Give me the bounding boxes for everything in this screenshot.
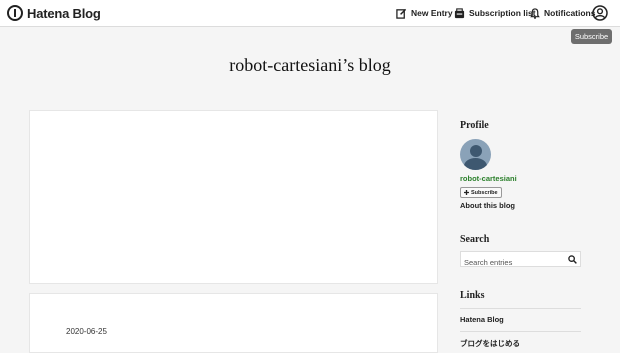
user-icon <box>592 5 608 21</box>
subscribe-button[interactable]: Subscribe <box>571 29 612 44</box>
logo-text: Hatena Blog <box>27 5 101 21</box>
entry-date[interactable]: 2020-06-25 <box>66 327 107 336</box>
search-input[interactable] <box>461 255 564 270</box>
search-heading: Search <box>460 234 490 245</box>
blog-title[interactable]: robot-cartesiani’s blog <box>0 55 620 76</box>
entry-card: 2020-06-25 <box>29 293 438 353</box>
link-hatena-blog[interactable]: Hatena Blog <box>460 308 581 324</box>
links-heading: Links <box>460 290 485 301</box>
avatar-head-shape <box>470 145 482 157</box>
search-box <box>460 251 581 270</box>
hatena-blog-logo[interactable]: Hatena Blog <box>7 4 101 22</box>
about-blog-link[interactable]: About this blog <box>460 201 515 210</box>
hatena-logo-icon <box>7 5 23 21</box>
subscription-list-label: Subscription list <box>469 8 536 18</box>
profile-heading: Profile <box>460 120 489 131</box>
top-navigation-bar: Hatena Blog New Entry Subscription list … <box>0 0 620 27</box>
entry-card <box>29 110 438 284</box>
edit-icon <box>396 8 407 19</box>
avatar-body-shape <box>464 158 487 170</box>
profile-subscribe-label: Subscribe <box>471 189 498 196</box>
profile-name-link[interactable]: robot-cartesiani <box>460 174 517 183</box>
plus-icon <box>464 190 469 195</box>
subscription-icon <box>454 7 465 18</box>
notifications-label: Notifications <box>544 8 596 18</box>
search-icon[interactable] <box>568 255 577 264</box>
avatar[interactable] <box>460 139 491 170</box>
new-entry-label: New Entry <box>411 8 453 18</box>
subscription-list-button[interactable]: Subscription list <box>454 6 536 20</box>
notifications-button[interactable]: Notifications <box>530 6 595 20</box>
link-start-blog[interactable]: ブログをはじめる <box>460 331 581 349</box>
new-entry-button[interactable]: New Entry <box>396 6 453 20</box>
profile-subscribe-button[interactable]: Subscribe <box>460 187 502 198</box>
account-menu-button[interactable] <box>592 5 608 21</box>
bell-icon <box>530 7 540 19</box>
